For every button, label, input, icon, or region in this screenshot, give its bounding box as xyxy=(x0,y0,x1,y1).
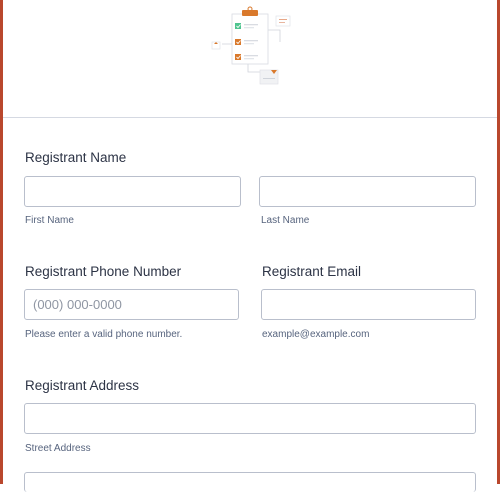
street-address-line-2-input[interactable] xyxy=(24,472,476,492)
last-name-sublabel: Last Name xyxy=(261,215,310,226)
street-address-input[interactable] xyxy=(24,403,476,434)
registrant-address-label: Registrant Address xyxy=(25,378,140,393)
registrant-phone-label: Registrant Phone Number xyxy=(25,264,182,279)
header-illustration xyxy=(0,0,500,118)
first-name-sublabel: First Name xyxy=(25,215,74,226)
header-divider xyxy=(3,117,497,118)
email-sublabel: example@example.com xyxy=(262,329,370,340)
phone-number-input[interactable] xyxy=(24,289,239,320)
last-name-input[interactable] xyxy=(259,176,476,207)
first-name-input[interactable] xyxy=(24,176,241,207)
phone-number-sublabel: Please enter a valid phone number. xyxy=(25,329,183,340)
clipboard-checklist-icon xyxy=(211,6,291,85)
registrant-email-label: Registrant Email xyxy=(262,264,362,279)
email-input[interactable] xyxy=(261,289,476,320)
street-address-sublabel: Street Address xyxy=(25,443,91,454)
registrant-name-label: Registrant Name xyxy=(25,150,127,165)
